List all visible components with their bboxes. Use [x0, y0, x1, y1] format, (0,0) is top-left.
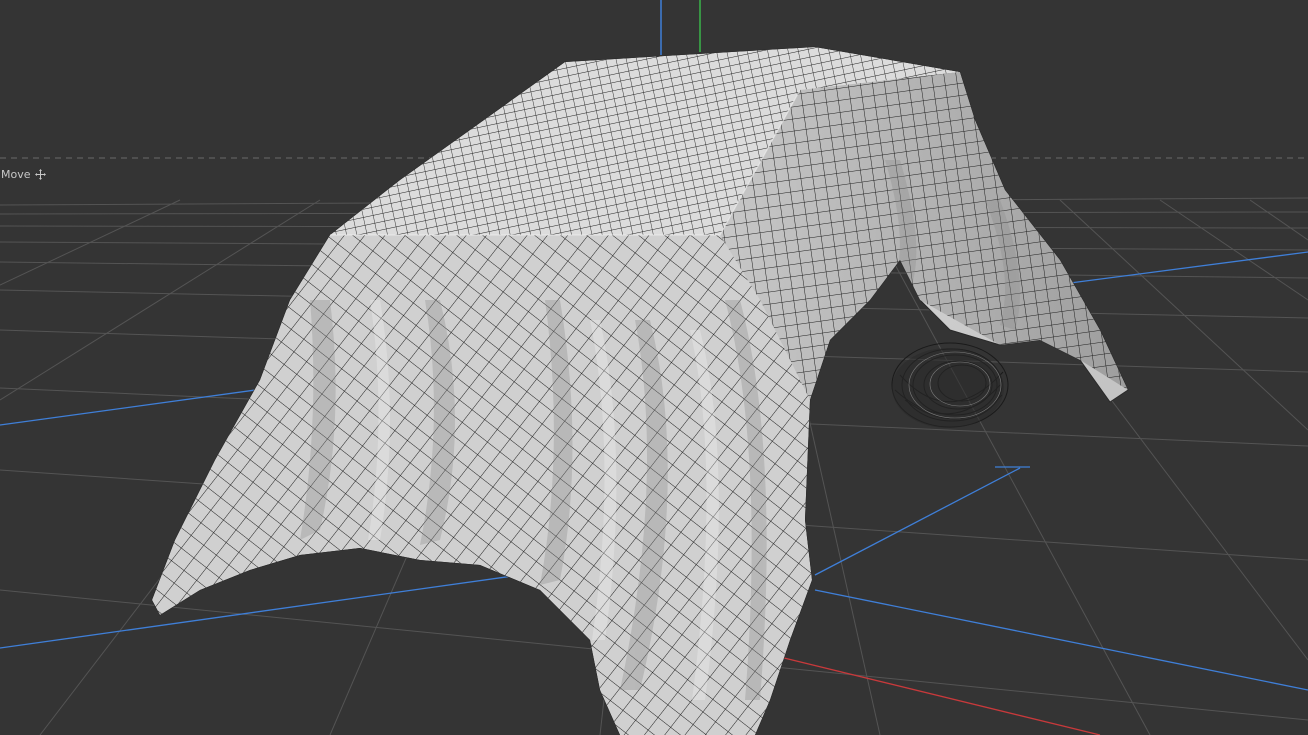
- move-tool-label: Move: [1, 167, 31, 181]
- viewport-canvas[interactable]: [0, 0, 1308, 735]
- 3d-viewport[interactable]: Move: [0, 0, 1308, 735]
- wheel-shadow: [892, 348, 1004, 428]
- move-icon: [34, 168, 46, 180]
- move-tool-indicator[interactable]: Move: [1, 166, 46, 182]
